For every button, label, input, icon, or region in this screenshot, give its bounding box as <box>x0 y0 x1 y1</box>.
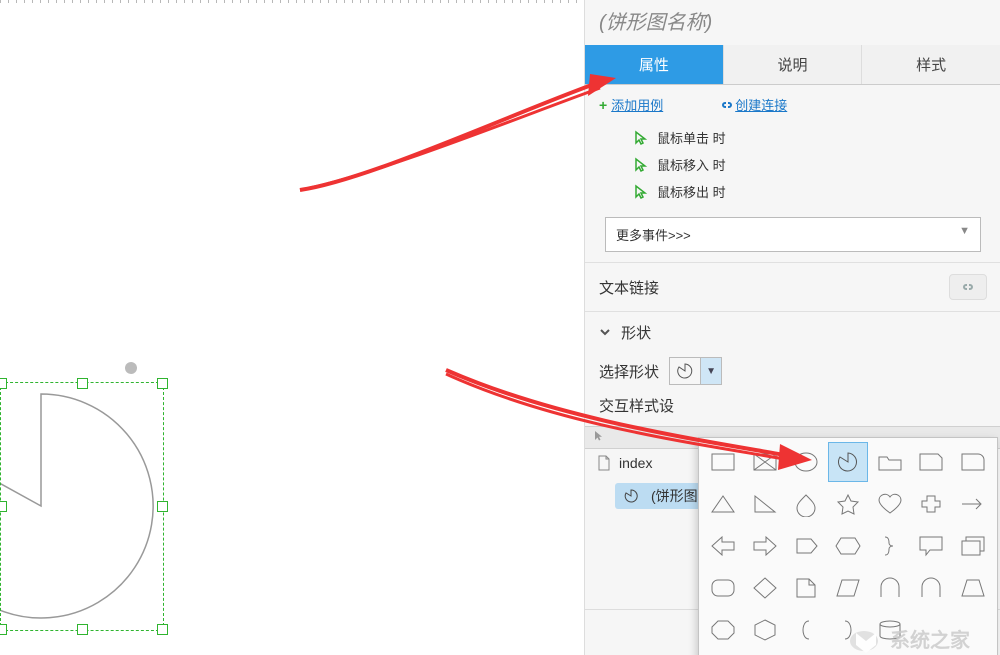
event-onmouseleave[interactable]: 鼠标移出 时 <box>599 178 987 205</box>
resize-handle-e[interactable] <box>157 501 168 512</box>
cursor-icon <box>633 184 649 200</box>
shape-hexagon-h[interactable] <box>828 526 868 566</box>
shape-arrow-right-line[interactable] <box>953 484 993 524</box>
interaction-style-label: 交互样式设 <box>599 395 674 416</box>
shape-section-title: 形状 <box>621 325 651 342</box>
tab-style[interactable]: 样式 <box>862 45 1000 84</box>
event-label: 鼠标移出 时 <box>657 182 726 201</box>
more-events-label: 更多事件>>> <box>616 225 691 244</box>
resize-handle-se[interactable] <box>157 624 168 635</box>
shape-ellipse[interactable] <box>786 442 826 482</box>
interaction-style-row: 交互样式设 <box>585 395 1000 426</box>
event-onmouseenter[interactable]: 鼠标移入 时 <box>599 151 987 178</box>
cursor-icon <box>633 157 649 173</box>
watermark: 系统之家 <box>820 611 1000 655</box>
event-onclick[interactable]: 鼠标单击 时 <box>599 124 987 151</box>
resize-handle-w[interactable] <box>0 501 7 512</box>
chevron-down-icon: ▼ <box>959 225 970 244</box>
shape-arch[interactable] <box>870 568 910 608</box>
shape-section-header[interactable]: 形状 <box>585 312 1000 353</box>
outline-page-label: index <box>619 455 652 471</box>
shape-triangle[interactable] <box>703 484 743 524</box>
shape-diamond[interactable] <box>745 568 785 608</box>
more-events-select[interactable]: 更多事件>>> ▼ <box>605 217 981 252</box>
cursor-icon <box>593 430 605 442</box>
shape-placeholder[interactable] <box>745 442 785 482</box>
plus-icon: + <box>599 97 607 113</box>
shape-drop[interactable] <box>786 484 826 524</box>
shape-star[interactable] <box>828 484 868 524</box>
text-link-label: 文本链接 <box>599 277 659 298</box>
shape-heart[interactable] <box>870 484 910 524</box>
shape-arrow-left[interactable] <box>703 526 743 566</box>
shape-pie[interactable] <box>828 442 868 482</box>
current-shape-dropdown[interactable]: ▼ <box>669 357 722 385</box>
shape-pentagon[interactable] <box>786 526 826 566</box>
current-shape-preview <box>670 358 700 384</box>
shape-file[interactable] <box>786 568 826 608</box>
shape-snip[interactable] <box>912 442 952 482</box>
text-link-button[interactable] <box>949 274 987 300</box>
interactions-section: + 添加用例 创建连接 鼠标单击 时 鼠标移入 时 鼠标移出 时 更多事件>>> <box>585 85 1000 262</box>
shape-trapezoid[interactable] <box>953 568 993 608</box>
chain-icon <box>960 281 976 293</box>
text-link-row: 文本链接 <box>585 263 1000 311</box>
link-icon <box>719 99 735 111</box>
shape-folder[interactable] <box>870 442 910 482</box>
resize-handle-n[interactable] <box>77 378 88 389</box>
cursor-icon <box>633 130 649 146</box>
create-link-link[interactable]: 创建连接 <box>735 95 787 114</box>
shape-arch2[interactable] <box>912 568 952 608</box>
shape-callout[interactable] <box>912 526 952 566</box>
tab-properties[interactable]: 属性 <box>585 45 724 84</box>
shape-rectangle[interactable] <box>703 442 743 482</box>
shape-hexagon-v[interactable] <box>745 610 785 650</box>
add-case-link[interactable]: 添加用例 <box>611 95 663 114</box>
widget-name-field[interactable]: (饼形图名称) <box>585 0 1000 45</box>
selection-bounds <box>0 382 164 631</box>
inspector-tabs: 属性 说明 样式 <box>585 45 1000 85</box>
shape-arrow-right[interactable] <box>745 526 785 566</box>
svg-text:系统之家: 系统之家 <box>890 628 971 652</box>
rotation-handle[interactable] <box>125 362 137 374</box>
shape-plus[interactable] <box>912 484 952 524</box>
event-label: 鼠标移入 时 <box>657 155 726 174</box>
select-shape-row: 选择形状 ▼ <box>585 353 1000 395</box>
shape-stack[interactable] <box>953 526 993 566</box>
resize-handle-ne[interactable] <box>157 378 168 389</box>
outline-widget-label: (饼形图 <box>651 486 698 506</box>
shape-brace[interactable] <box>870 526 910 566</box>
resize-handle-nw[interactable] <box>0 378 7 389</box>
canvas-area[interactable] <box>0 0 584 655</box>
chevron-down-icon: ▼ <box>700 358 721 384</box>
event-label: 鼠标单击 时 <box>657 128 726 147</box>
shape-parallelogram[interactable] <box>828 568 868 608</box>
shape-roundrect[interactable] <box>703 568 743 608</box>
pie-icon <box>623 488 639 504</box>
resize-handle-sw[interactable] <box>0 624 7 635</box>
select-shape-label: 选择形状 <box>599 361 659 382</box>
shape-octagon[interactable] <box>703 610 743 650</box>
shape-halfround[interactable] <box>953 442 993 482</box>
tab-notes[interactable]: 说明 <box>724 45 863 84</box>
shape-right-triangle[interactable] <box>745 484 785 524</box>
resize-handle-s[interactable] <box>77 624 88 635</box>
ruler-top <box>0 0 584 3</box>
chevron-down-icon <box>599 326 611 338</box>
page-icon <box>597 455 611 471</box>
